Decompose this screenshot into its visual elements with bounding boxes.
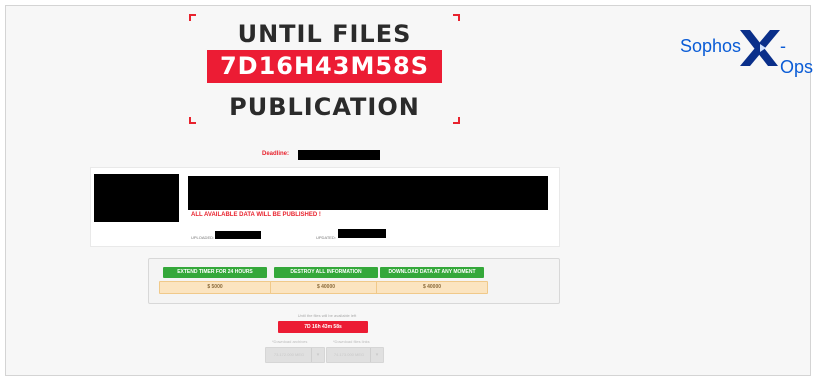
redacted-uploaded [215, 231, 261, 239]
x-mark-icon [740, 30, 780, 66]
countdown-timer: 7D16H43M58S [207, 50, 442, 83]
actions-panel: EXTEND TIMER FOR 24 HOURS $ 5000 DESTROY… [148, 258, 560, 304]
logo-text-right: -Ops [780, 36, 814, 77]
uploaded-label: UPLOADED: [191, 235, 215, 240]
download-links-label: *Download files links [333, 339, 370, 344]
chevron-down-icon: ▾ [311, 348, 324, 362]
redacted-logo [94, 174, 179, 222]
logo-text-left: Sophos [680, 36, 742, 56]
redacted-updated [338, 229, 386, 238]
destroy-data-price[interactable]: $ 40000 [270, 281, 382, 294]
until-files-title: UNTIL FILES [237, 20, 412, 48]
victim-card: ALL AVAILABLE DATA WILL BE PUBLISHED ! U… [90, 167, 560, 247]
redacted-deadline [298, 150, 380, 160]
download-data-button[interactable]: DOWNLOAD DATA AT ANY MOMENT [380, 267, 484, 278]
download-links-button[interactable]: 74.173.000 MEG ▾ [326, 347, 384, 363]
download-archives-label: *Download archives [272, 339, 308, 344]
download-data-price[interactable]: $ 40000 [376, 281, 488, 294]
chevron-down-icon: ▾ [370, 348, 383, 362]
destroy-data-button[interactable]: DESTROY ALL INFORMATION [274, 267, 378, 278]
publication-title: PUBLICATION [229, 93, 420, 121]
availability-text: Until the files will be available left [297, 313, 357, 318]
updated-label: UPDATED: [316, 235, 336, 240]
redacted-description [188, 176, 548, 210]
deadline-label: Deadline: [262, 151, 290, 157]
download-data-action: DOWNLOAD DATA AT ANY MOMENT $ 40000 [376, 267, 488, 294]
publish-warning: ALL AVAILABLE DATA WILL BE PUBLISHED ! [191, 212, 321, 218]
publication-countdown: UNTIL FILES 7D16H43M58S PUBLICATION [189, 14, 460, 124]
download-archives-size: 73.172.000 MEG [273, 352, 305, 357]
extend-timer-price[interactable]: $ 5000 [159, 281, 271, 294]
extend-timer-button[interactable]: EXTEND TIMER FOR 24 HOURS [163, 267, 267, 278]
destroy-data-action: DESTROY ALL INFORMATION $ 40000 [270, 267, 382, 294]
extend-timer-action: EXTEND TIMER FOR 24 HOURS $ 5000 [159, 267, 271, 294]
mini-countdown-timer: 7D 16h 43m 58s [278, 321, 368, 333]
download-links-size: 74.173.000 MEG [333, 352, 365, 357]
download-archives-button[interactable]: 73.172.000 MEG ▾ [265, 347, 325, 363]
